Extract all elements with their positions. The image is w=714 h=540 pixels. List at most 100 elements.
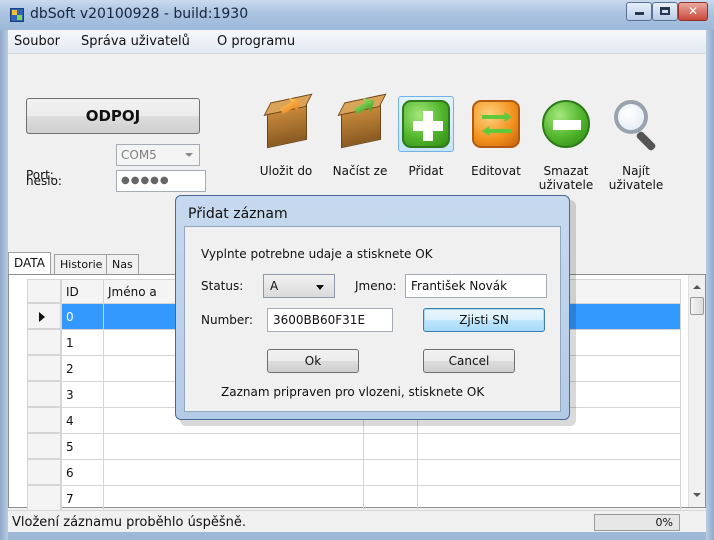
- port-combo[interactable]: COM5: [116, 144, 200, 166]
- find-user-label-2: uživatele: [608, 178, 664, 192]
- cell-id[interactable]: 4: [61, 407, 104, 434]
- row-header[interactable]: [27, 355, 61, 381]
- edit-arrows-icon: [472, 100, 520, 148]
- row-header[interactable]: [27, 485, 61, 511]
- add-user-button[interactable]: [398, 96, 454, 152]
- table-row[interactable]: 7: [61, 485, 681, 512]
- table-cell[interactable]: [417, 433, 681, 460]
- row-header[interactable]: [27, 303, 61, 329]
- vertical-scrollbar[interactable]: [688, 275, 705, 507]
- tab-historie[interactable]: Historie: [54, 254, 109, 274]
- cell-id[interactable]: 1: [61, 329, 104, 356]
- status-select[interactable]: A: [263, 274, 335, 298]
- minimize-icon: [634, 12, 644, 15]
- app-window: dbSoft v20100928 - build:1930 ✕ Soubor S…: [0, 0, 714, 540]
- cell-id[interactable]: 2: [61, 355, 104, 382]
- scroll-down-icon[interactable]: [693, 493, 701, 497]
- cancel-button[interactable]: Cancel: [423, 349, 515, 373]
- table-cell[interactable]: [363, 485, 418, 512]
- minus-icon: [542, 100, 590, 148]
- cell-id[interactable]: 7: [61, 485, 104, 512]
- password-field[interactable]: ●●●●●: [116, 170, 206, 192]
- edit-user-label: Editovat: [471, 164, 521, 178]
- magnifier-handle: [635, 130, 657, 152]
- save-to-device-button[interactable]: [258, 96, 314, 152]
- progress-text: 0%: [655, 516, 673, 529]
- table-row[interactable]: 5: [61, 433, 681, 460]
- ok-button[interactable]: Ok: [267, 349, 359, 373]
- title-bar[interactable]: dbSoft v20100928 - build:1930 ✕: [0, 0, 714, 30]
- add-user-label: Přidat: [408, 164, 444, 178]
- load-from-device-button[interactable]: [332, 96, 388, 152]
- close-icon: ✕: [687, 4, 699, 18]
- plus-icon: [402, 100, 450, 148]
- dialog-message: Zaznam pripraven pro vlozeni, stisknete …: [221, 385, 485, 399]
- column-header-id[interactable]: ID: [61, 279, 104, 304]
- dialog-instruction: Vyplnte potrebne udaje a stisknete OK: [201, 247, 433, 261]
- scroll-thumb[interactable]: [690, 297, 704, 315]
- row-header[interactable]: [27, 433, 61, 459]
- number-field[interactable]: 3600BB60F31E: [267, 308, 393, 332]
- cell-id[interactable]: 5: [61, 433, 104, 460]
- scroll-up-icon[interactable]: [693, 285, 701, 289]
- maximize-icon: [660, 7, 670, 15]
- menu-soubor[interactable]: Soubor: [14, 34, 60, 49]
- delete-user-button[interactable]: [538, 96, 594, 152]
- menu-o-programu[interactable]: O programu: [217, 34, 295, 49]
- current-row-pointer-icon: [39, 312, 45, 322]
- port-value: COM5: [121, 148, 157, 162]
- close-button[interactable]: ✕: [678, 2, 708, 21]
- table-cell[interactable]: [103, 485, 364, 512]
- name-field[interactable]: František Novák: [405, 274, 547, 298]
- table-cell[interactable]: [417, 459, 681, 486]
- progress-bar: 0%: [594, 514, 680, 531]
- status-message: Vložení záznamu proběhlo úspěšně.: [12, 515, 246, 530]
- table-cell[interactable]: [103, 433, 364, 460]
- delete-user-label-2: uživatele: [538, 178, 594, 192]
- find-user-label-1: Najít: [622, 164, 650, 178]
- add-record-dialog: Přidat záznam Vyplnte potrebne udaje a s…: [175, 195, 570, 420]
- number-label: Number:: [201, 313, 254, 327]
- dialog-title: Přidat záznam: [188, 206, 288, 222]
- delete-user-label-1: Smazat: [543, 164, 589, 178]
- password-label: heslo:: [26, 174, 62, 188]
- tab-nastaveni[interactable]: Nas: [106, 254, 139, 274]
- window-frame-right: [706, 0, 714, 540]
- window-title: dbSoft v20100928 - build:1930: [30, 6, 249, 22]
- disconnect-button[interactable]: ODPOJ: [26, 98, 200, 134]
- magnifier-icon: [614, 100, 648, 134]
- row-header[interactable]: [27, 407, 61, 433]
- table-row[interactable]: 6: [61, 459, 681, 486]
- status-bar: Vložení záznamu proběhlo úspěšně. 0%: [8, 510, 706, 532]
- table-cell[interactable]: [363, 459, 418, 486]
- menu-bar: Soubor Správa uživatelů O programu: [8, 30, 706, 54]
- cell-id[interactable]: 6: [61, 459, 104, 486]
- chevron-down-icon: [185, 153, 193, 157]
- app-icon: [10, 8, 24, 22]
- cell-id[interactable]: 0: [61, 303, 104, 330]
- table-cell[interactable]: [363, 433, 418, 460]
- maximize-button[interactable]: [652, 2, 678, 21]
- chevron-down-icon: [316, 285, 324, 290]
- main-client-area: Soubor Správa uživatelů O programu ODPOJ…: [8, 30, 706, 532]
- row-header[interactable]: [27, 381, 61, 407]
- cell-id[interactable]: 3: [61, 381, 104, 408]
- dialog-body: Vyplnte potrebne udaje a stisknete OK St…: [184, 226, 561, 412]
- find-user-button[interactable]: [608, 96, 664, 152]
- status-value: A: [270, 279, 279, 293]
- row-header-corner: [27, 279, 61, 303]
- tab-data[interactable]: DATA: [8, 252, 51, 275]
- save-to-device-label: Uložit do: [259, 164, 313, 178]
- table-cell[interactable]: [417, 485, 681, 512]
- row-header[interactable]: [27, 459, 61, 485]
- menu-sprava-uzivatelu[interactable]: Správa uživatelů: [81, 34, 190, 49]
- minimize-button[interactable]: [626, 2, 652, 21]
- get-sn-button[interactable]: Zjisti SN: [423, 308, 545, 332]
- window-frame-left: [0, 0, 8, 540]
- edit-user-button[interactable]: [468, 96, 524, 152]
- status-label: Status:: [201, 279, 244, 293]
- row-headers: [27, 279, 61, 511]
- name-label: Jmeno:: [355, 279, 397, 293]
- row-header[interactable]: [27, 329, 61, 355]
- table-cell[interactable]: [103, 459, 364, 486]
